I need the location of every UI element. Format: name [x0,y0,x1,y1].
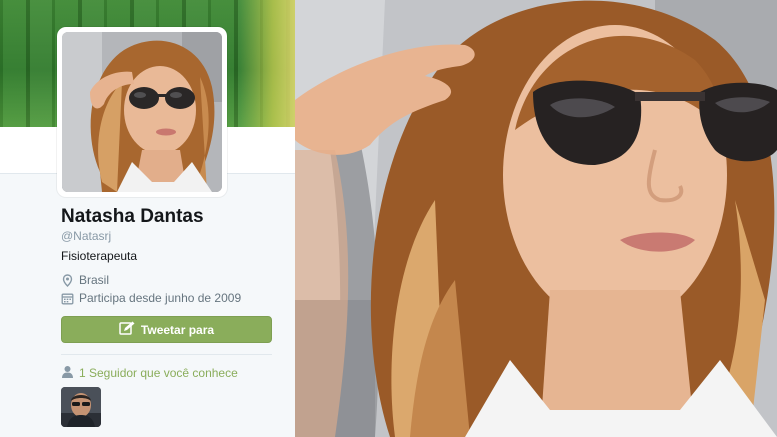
profile-bio: Fisioterapeuta [61,249,138,263]
map-pin-icon [61,273,74,287]
follower-avatar[interactable] [61,387,101,427]
tweet-to-button-label: Tweetar para [140,322,215,337]
compose-icon [119,321,135,338]
calendar-icon [61,292,74,305]
tweet-to-button[interactable]: Tweetar para [61,316,272,343]
profile-photo-enlarged [295,0,777,437]
profile-avatar-photo [62,32,222,192]
profile-avatar[interactable] [57,27,227,197]
followers-you-know-text: 1 Seguidor que você conhece [79,366,238,380]
section-divider [61,354,272,355]
person-icon [61,365,74,381]
profile-card: Natasha Dantas @Natasrj Fisioterapeuta B… [0,0,295,437]
profile-handle[interactable]: @Natasrj [61,229,111,243]
profile-location: Brasil [61,273,109,287]
profile-join-date: Participa desde junho de 2009 [61,291,241,305]
followers-you-know-link[interactable]: 1 Seguidor que você conhece [61,365,238,381]
profile-join-date-text: Participa desde junho de 2009 [79,291,242,305]
profile-location-text: Brasil [79,273,110,287]
profile-name[interactable]: Natasha Dantas [61,206,204,228]
